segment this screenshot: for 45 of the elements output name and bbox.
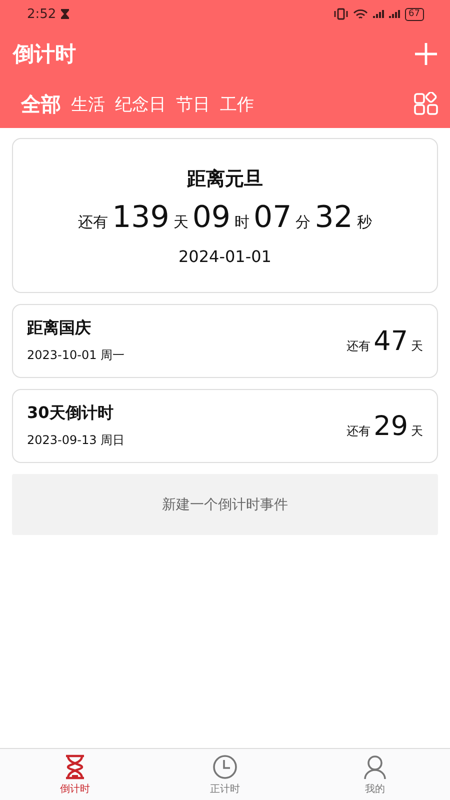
countdown-unit: 天 [411,422,423,440]
hourglass-icon [61,9,70,19]
app-title: 倒计时 [13,41,77,68]
event-title: 距离国庆 [27,318,92,339]
event-title: 30天倒计时 [27,403,114,424]
person-icon [362,754,388,780]
event-card[interactable]: 距离国庆 2023-10-01 周一 还有 47 天 [12,304,438,378]
event-date: 2023-10-01 周一 [27,347,126,364]
nav-tab[interactable]: 正计时 [150,749,300,800]
countdown-label: 还有 [346,338,371,354]
signal-icon [388,10,400,18]
category-tab[interactable]: 工作 [215,92,259,116]
status-time: 2:52 [27,6,56,22]
countdown-unit: 天 [411,338,423,354]
countdown-value: 32 [314,200,353,234]
countdown-value: 47 [374,326,408,356]
signal-icon [372,10,384,18]
countdown-label: 还有 [78,212,108,232]
countdown-value: 09 [192,200,231,234]
vibrate-icon [334,8,348,20]
add-icon[interactable] [414,42,438,66]
event-date: 2024-01-01 [178,246,272,266]
category-tab[interactable]: 纪念日 [110,92,171,116]
nav-tab[interactable]: 我的 [300,749,450,800]
countdown-value: 29 [374,410,408,442]
clock-icon [212,754,238,780]
countdown-unit: 秒 [356,212,372,232]
countdown-value: 139 [112,200,170,234]
countdown-label: 还有 [346,422,371,440]
countdown-card[interactable]: 距离元旦 还有 139 天 09 时 07 分 32 秒 2024-01-01 [12,138,438,293]
category-tab[interactable]: 生活 [66,92,110,116]
battery-icon: 67 [404,8,424,20]
event-card[interactable]: 30天倒计时 2023-09-13 周日 还有 29 天 [12,389,438,463]
countdown-value: 07 [254,200,292,234]
category-tab[interactable]: 全部 [16,90,66,118]
nav-tab[interactable]: 倒计时 [0,749,150,800]
category-tab[interactable]: 节日 [171,92,215,116]
countdown-unit: 时 [234,212,250,232]
event-date: 2023-09-13 周日 [27,432,126,449]
countdown-unit: 天 [173,212,188,232]
wifi-icon [352,8,368,20]
event-title: 距离元旦 [187,166,263,192]
grid-icon[interactable] [414,92,438,116]
countdown-unit: 分 [296,212,311,232]
new-event-button[interactable]: 新建一个倒计时事件 [12,474,438,535]
